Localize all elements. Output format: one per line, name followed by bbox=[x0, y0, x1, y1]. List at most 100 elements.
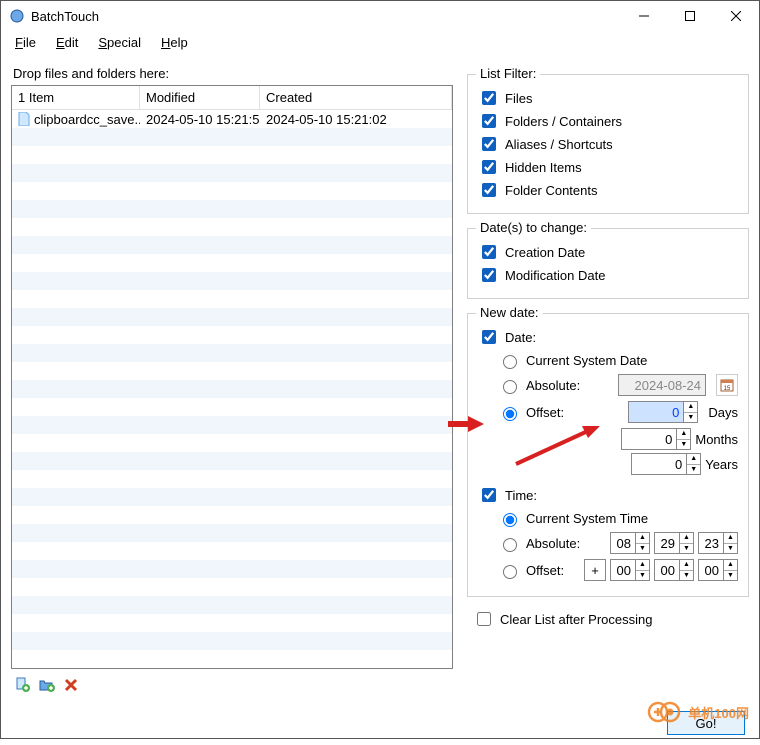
list-filter-group: List Filter: Files Folders / Containers … bbox=[467, 74, 749, 214]
off-sec-input[interactable] bbox=[698, 559, 724, 581]
th-modified[interactable]: Modified bbox=[140, 86, 260, 109]
lbl-current-date: Current System Date bbox=[526, 353, 647, 368]
table-row[interactable]: clipboardcc_save...2024-05-10 15:21:5020… bbox=[12, 110, 452, 128]
radio-offset-date[interactable] bbox=[503, 407, 517, 421]
add-folder-button[interactable] bbox=[37, 675, 57, 695]
table-row bbox=[12, 632, 452, 650]
lbl-folders: Folders / Containers bbox=[505, 114, 622, 129]
table-row bbox=[12, 524, 452, 542]
lbl-time: Time: bbox=[505, 488, 537, 503]
new-date-group: New date: Date: Current System Date Abso… bbox=[467, 313, 749, 597]
app-icon bbox=[9, 8, 25, 24]
radio-absolute-time[interactable] bbox=[503, 538, 517, 552]
table-row bbox=[12, 650, 452, 668]
cell-name: clipboardcc_save... bbox=[34, 112, 140, 127]
table-row bbox=[12, 470, 452, 488]
off-sec-spinner[interactable]: ▲▼ bbox=[724, 559, 738, 581]
offset-years-input[interactable] bbox=[631, 453, 687, 475]
abs-sec-spinner[interactable]: ▲▼ bbox=[724, 532, 738, 554]
table-row bbox=[12, 596, 452, 614]
table-row bbox=[12, 398, 452, 416]
off-hour-input[interactable] bbox=[610, 559, 636, 581]
offset-sign-button[interactable]: + bbox=[584, 559, 606, 581]
radio-current-date[interactable] bbox=[503, 355, 517, 369]
table-body: clipboardcc_save...2024-05-10 15:21:5020… bbox=[12, 110, 452, 668]
cell-modified: 2024-05-10 15:21:50 bbox=[140, 112, 260, 127]
offset-years-spinner[interactable]: ▲▼ bbox=[687, 453, 701, 475]
calendar-icon[interactable]: 15 bbox=[716, 374, 738, 396]
toolbar-bottom bbox=[11, 669, 453, 699]
abs-hour-spinner[interactable]: ▲▼ bbox=[636, 532, 650, 554]
absolute-date-input bbox=[618, 374, 706, 396]
watermark-icon bbox=[646, 700, 682, 724]
body: Drop files and folders here: 1 Item Modi… bbox=[1, 54, 759, 707]
chk-clear-list[interactable] bbox=[477, 612, 491, 626]
chk-contents[interactable] bbox=[482, 183, 496, 197]
chk-time[interactable] bbox=[482, 488, 496, 502]
th-created[interactable]: Created bbox=[260, 86, 452, 109]
menu-edit[interactable]: Edit bbox=[46, 33, 88, 52]
table-row bbox=[12, 542, 452, 560]
abs-sec-input[interactable] bbox=[698, 532, 724, 554]
table-header: 1 Item Modified Created bbox=[12, 86, 452, 110]
menu-help[interactable]: Help bbox=[151, 33, 198, 52]
table-row bbox=[12, 182, 452, 200]
close-button[interactable] bbox=[713, 1, 759, 31]
lbl-absolute-time: Absolute: bbox=[526, 536, 580, 551]
chk-date[interactable] bbox=[482, 330, 496, 344]
svg-text:15: 15 bbox=[724, 386, 731, 392]
offset-days-input[interactable] bbox=[628, 401, 684, 423]
minimize-button[interactable] bbox=[621, 1, 667, 31]
remove-button[interactable] bbox=[61, 675, 81, 695]
lbl-days: Days bbox=[708, 405, 738, 420]
chk-files[interactable] bbox=[482, 91, 496, 105]
table-row bbox=[12, 128, 452, 146]
add-file-button[interactable] bbox=[13, 675, 33, 695]
file-table: 1 Item Modified Created clipboardcc_save… bbox=[11, 85, 453, 669]
lbl-offset-date: Offset: bbox=[526, 405, 564, 420]
abs-hour-input[interactable] bbox=[610, 532, 636, 554]
th-name[interactable]: 1 Item bbox=[12, 86, 140, 109]
menu-special[interactable]: Special bbox=[88, 33, 151, 52]
lbl-creation: Creation Date bbox=[505, 245, 585, 260]
table-row bbox=[12, 254, 452, 272]
chk-creation[interactable] bbox=[482, 245, 496, 259]
table-row bbox=[12, 380, 452, 398]
offset-months-spinner[interactable]: ▲▼ bbox=[677, 428, 691, 450]
abs-min-spinner[interactable]: ▲▼ bbox=[680, 532, 694, 554]
lbl-clear-list: Clear List after Processing bbox=[500, 612, 652, 627]
right-column: List Filter: Files Folders / Containers … bbox=[467, 62, 749, 699]
table-row bbox=[12, 146, 452, 164]
radio-offset-time[interactable] bbox=[503, 565, 517, 579]
table-row bbox=[12, 416, 452, 434]
table-row bbox=[12, 272, 452, 290]
maximize-button[interactable] bbox=[667, 1, 713, 31]
radio-absolute-date[interactable] bbox=[503, 380, 517, 394]
abs-min-input[interactable] bbox=[654, 532, 680, 554]
lbl-years: Years bbox=[705, 457, 738, 472]
table-row bbox=[12, 434, 452, 452]
off-min-spinner[interactable]: ▲▼ bbox=[680, 559, 694, 581]
chk-folders[interactable] bbox=[482, 114, 496, 128]
table-row bbox=[12, 326, 452, 344]
offset-months-input[interactable] bbox=[621, 428, 677, 450]
table-row bbox=[12, 506, 452, 524]
table-row bbox=[12, 344, 452, 362]
drop-label: Drop files and folders here: bbox=[13, 66, 453, 81]
chk-aliases[interactable] bbox=[482, 137, 496, 151]
chk-modification[interactable] bbox=[482, 268, 496, 282]
chk-hidden[interactable] bbox=[482, 160, 496, 174]
off-min-input[interactable] bbox=[654, 559, 680, 581]
lbl-current-time: Current System Time bbox=[526, 511, 648, 526]
radio-current-time[interactable] bbox=[503, 513, 517, 527]
lbl-files: Files bbox=[505, 91, 532, 106]
lbl-hidden: Hidden Items bbox=[505, 160, 582, 175]
menu-file[interactable]: File bbox=[5, 33, 46, 52]
new-date-title: New date: bbox=[476, 305, 543, 320]
lbl-aliases: Aliases / Shortcuts bbox=[505, 137, 613, 152]
off-hour-spinner[interactable]: ▲▼ bbox=[636, 559, 650, 581]
file-icon bbox=[18, 112, 30, 126]
offset-days-spinner[interactable]: ▲▼ bbox=[684, 401, 698, 423]
titlebar: BatchTouch bbox=[1, 1, 759, 31]
window-title: BatchTouch bbox=[31, 9, 621, 24]
